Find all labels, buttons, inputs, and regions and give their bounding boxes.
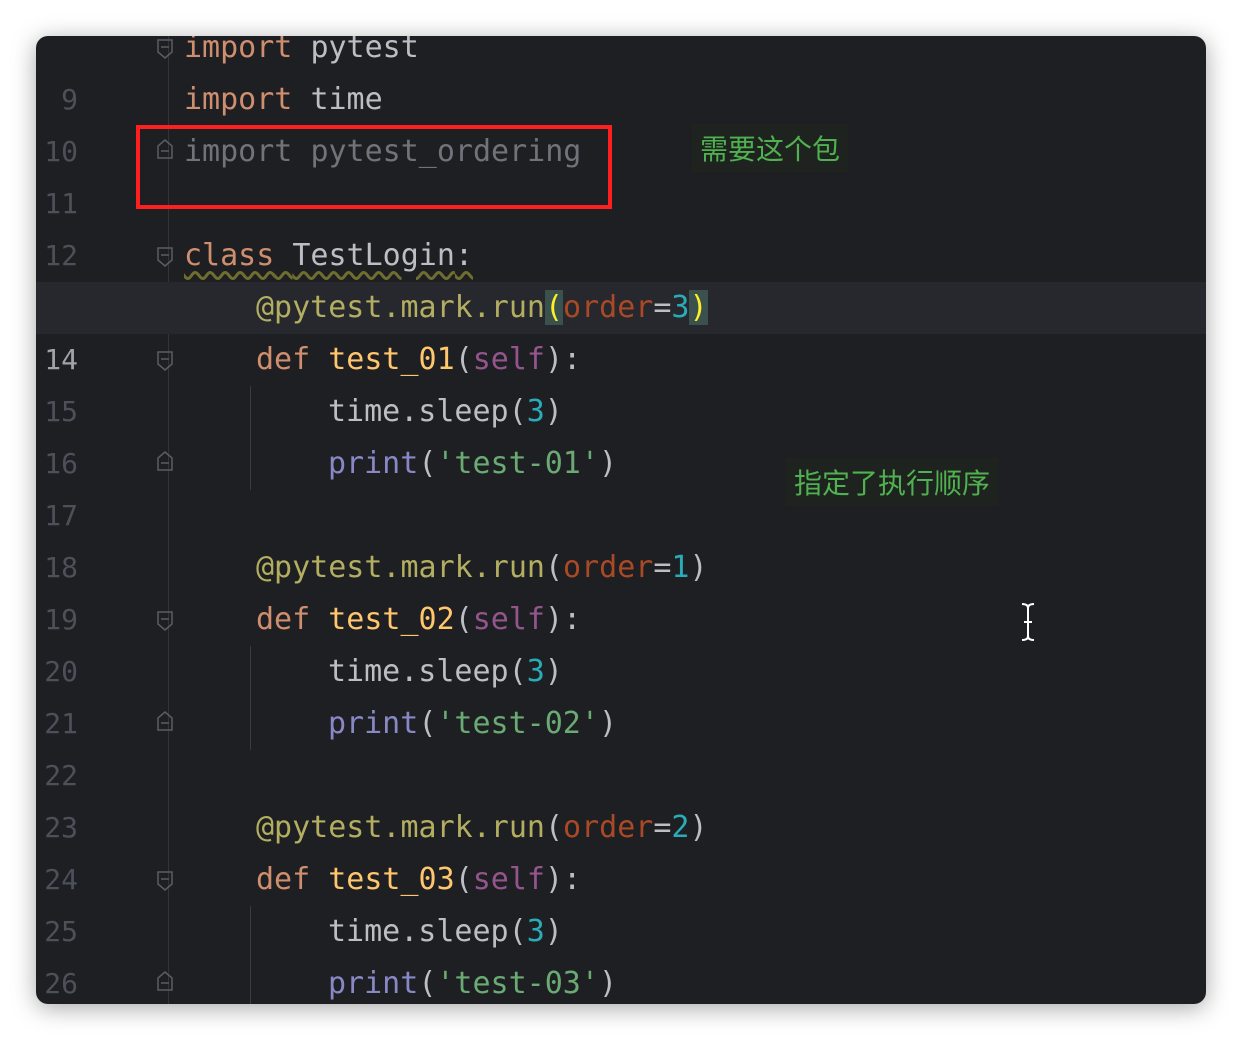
sleep-value: 3 [526, 394, 545, 429]
paren: ( [508, 914, 527, 949]
param-self: self [472, 342, 545, 377]
decorator: @pytest.mark.run [256, 290, 545, 325]
colon: : [563, 342, 582, 377]
sleep-call: time.sleep [328, 654, 509, 689]
order-note: 指定了执行顺序 [786, 458, 999, 506]
paren: ) [545, 862, 564, 897]
paren: ( [454, 342, 473, 377]
code-line-15[interactable]: 15 def test_01(self): [36, 334, 1206, 428]
function-name: test_02 [328, 602, 455, 637]
paren: ( [418, 966, 437, 1001]
code-line-25[interactable]: 25 def test_03(self): [36, 854, 1206, 948]
paren: ) [598, 446, 617, 481]
paren: ) [544, 914, 563, 949]
param-order: order [563, 550, 654, 585]
paren: ) [544, 654, 563, 689]
paren: ) [545, 602, 564, 637]
decorator: @pytest.mark.run [256, 550, 545, 585]
order-value: 1 [671, 550, 690, 585]
paren: ( [418, 706, 437, 741]
string-literal: 'test-01' [436, 446, 599, 481]
fold-end-icon[interactable] [156, 450, 174, 472]
code-line-26[interactable]: 26 time.sleep(3) [36, 906, 1206, 1000]
code-line-24[interactable]: 24 @pytest.mark.run(order=2) [36, 802, 1206, 896]
keyword-def: def [256, 602, 311, 637]
paren: ) [598, 966, 617, 1001]
fold-icon[interactable] [156, 610, 174, 632]
text-cursor-icon [1020, 602, 1036, 642]
code-line-21[interactable]: 21 time.sleep(3) [36, 646, 1206, 740]
paren: ) [689, 550, 708, 585]
fold-icon[interactable] [156, 350, 174, 372]
fold-icon[interactable] [156, 38, 174, 60]
code-line-10[interactable]: 10 import time [36, 74, 1206, 168]
param-order: order [563, 810, 654, 845]
paren: ( [508, 654, 527, 689]
colon: : [563, 862, 582, 897]
keyword-class: class [184, 238, 275, 273]
code-line-17[interactable]: 17 print('test-01') [36, 438, 1206, 532]
string-literal: 'test-02' [436, 706, 599, 741]
code-line-9[interactable]: 9 import pytest [36, 36, 1206, 116]
equals: = [653, 550, 672, 585]
keyword-import: import [184, 36, 293, 65]
code-line-16[interactable]: 16 time.sleep(3) [36, 386, 1206, 480]
class-name: TestLogin [292, 238, 455, 273]
code-line-27[interactable]: 27 print('test-03') [36, 958, 1206, 1004]
sleep-value: 3 [526, 914, 545, 949]
indent-guide [250, 386, 251, 490]
param-order: order [563, 290, 654, 325]
highlight-box [136, 125, 612, 209]
code-line-23[interactable]: 23 [36, 750, 1206, 844]
paren: ) [545, 342, 564, 377]
equals: = [653, 290, 672, 325]
builtin-print: print [328, 706, 419, 741]
sleep-call: time.sleep [328, 914, 509, 949]
sleep-call: time.sleep [328, 394, 509, 429]
keyword-def: def [256, 342, 311, 377]
paren: ( [454, 862, 473, 897]
paren: ) [598, 706, 617, 741]
colon: : [563, 602, 582, 637]
code-line-19[interactable]: 19 @pytest.mark.run(order=1) [36, 542, 1206, 636]
paren: ( [544, 550, 564, 585]
code-editor[interactable]: 9 import pytest 10 import time 11 import… [36, 36, 1206, 1004]
order-value: 2 [671, 810, 690, 845]
code-line-14-current[interactable]: 14 @pytest.mark.run(order=3) [36, 282, 1206, 376]
paren: ( [508, 394, 527, 429]
indent-guide [250, 646, 251, 750]
string-literal: 'test-03' [436, 966, 599, 1001]
fold-end-icon[interactable] [156, 710, 174, 732]
order-value: 3 [671, 290, 690, 325]
module-name: pytest [310, 36, 419, 65]
code-line-22[interactable]: 22 print('test-02') [36, 698, 1206, 792]
paren: ( [418, 446, 437, 481]
param-self: self [472, 862, 545, 897]
paren: ( [454, 602, 473, 637]
function-name: test_03 [328, 862, 455, 897]
module-name: time [310, 82, 383, 117]
decorator: @pytest.mark.run [256, 810, 545, 845]
indent-guide [250, 906, 251, 1004]
paren-match: ( [544, 290, 564, 325]
builtin-print: print [328, 966, 419, 1001]
fold-icon[interactable] [156, 870, 174, 892]
colon: : [454, 238, 473, 273]
function-name: test_01 [328, 342, 455, 377]
keyword-import: import [184, 82, 293, 117]
param-self: self [472, 602, 545, 637]
code-line-13[interactable]: 13 class TestLogin: [36, 230, 1206, 324]
paren: ) [544, 394, 563, 429]
code-line-18[interactable]: 18 [36, 490, 1206, 584]
fold-end-icon[interactable] [156, 970, 174, 992]
keyword-def: def [256, 862, 311, 897]
equals: = [653, 810, 672, 845]
paren: ( [544, 810, 564, 845]
builtin-print: print [328, 446, 419, 481]
package-note: 需要这个包 [692, 124, 849, 172]
paren: ) [689, 810, 708, 845]
sleep-value: 3 [526, 654, 545, 689]
paren-match: ) [689, 290, 708, 325]
fold-icon[interactable] [156, 246, 174, 268]
